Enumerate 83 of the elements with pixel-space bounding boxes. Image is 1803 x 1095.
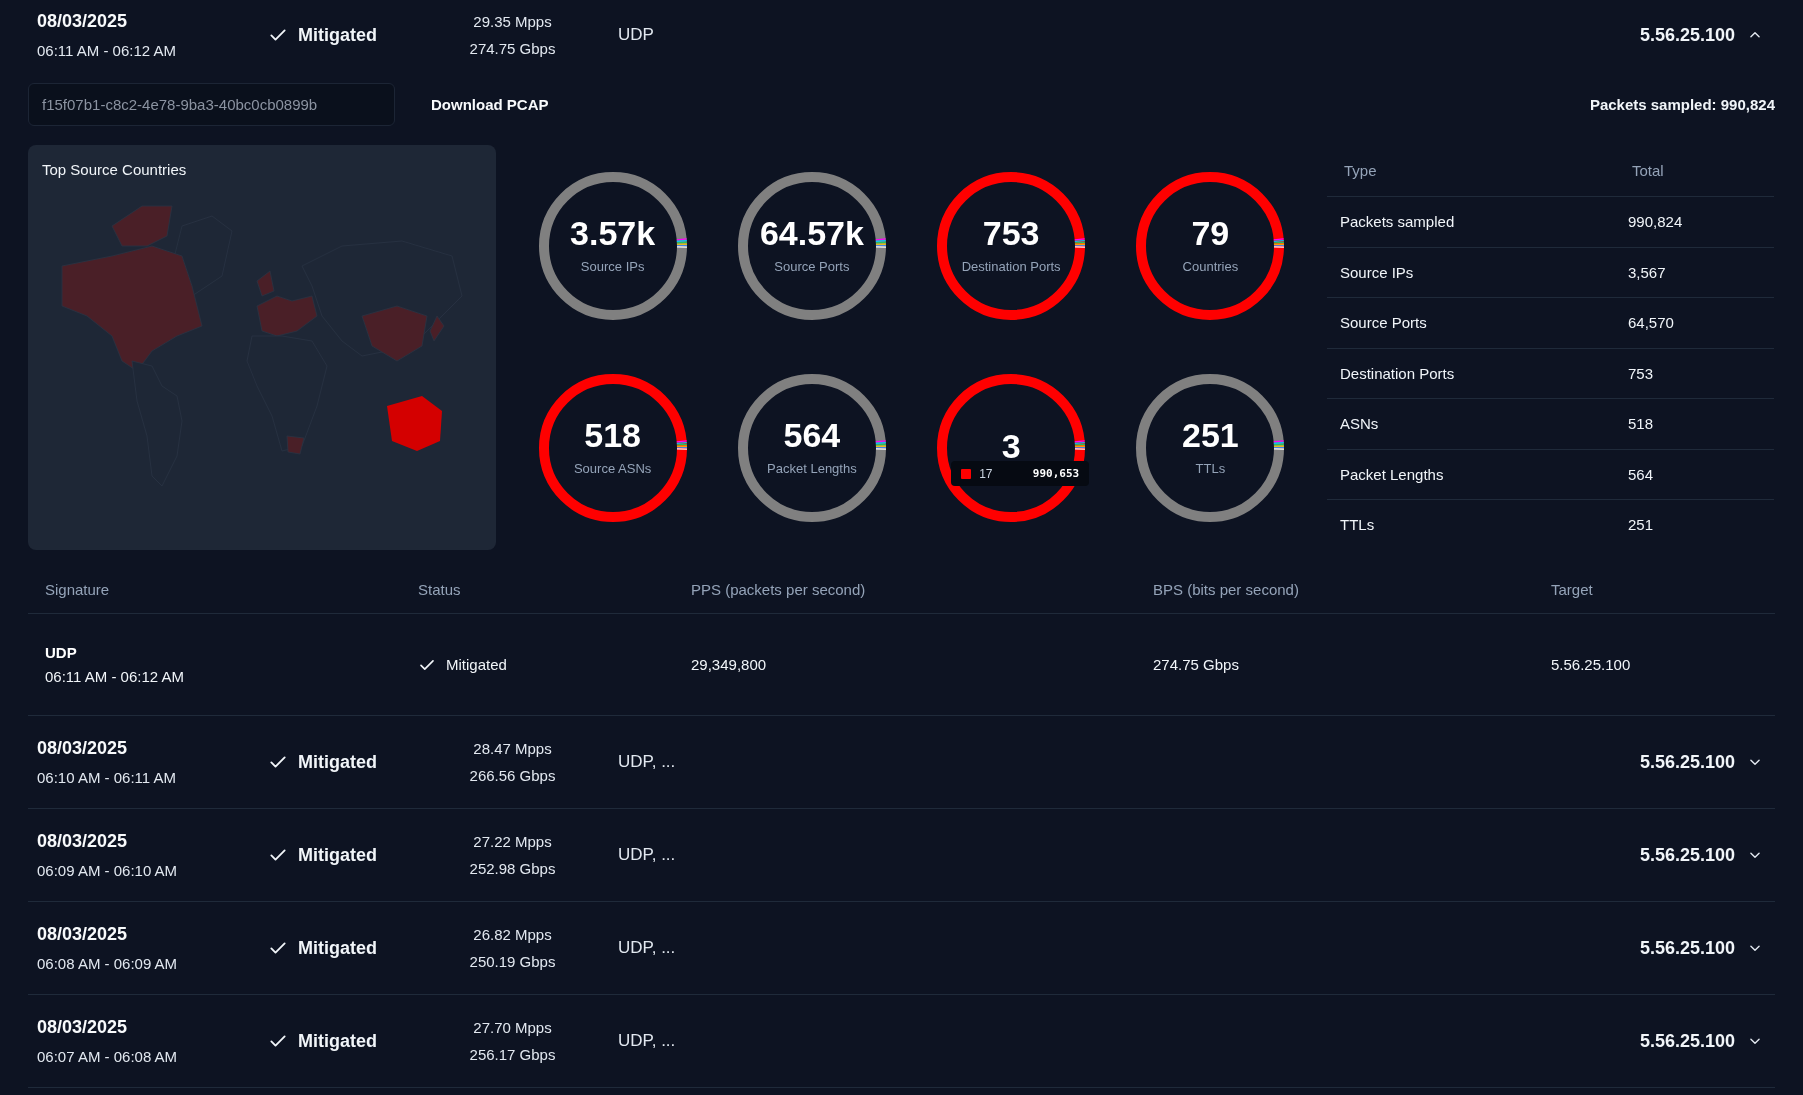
donut-value: 3 [1001,426,1021,466]
status-text: Mitigated [446,656,507,673]
bps-value: 274.75 Gbps [469,40,556,57]
pps-value: 27.22 Mpps [473,833,552,850]
target-ip: 5.56.25.100 [1639,751,1735,773]
table-cell-text: 5.56.25.100 [1551,656,1632,673]
column-header: Total [1632,162,1665,179]
attack-time: 06:10 AM - 06:11 AM [37,769,176,786]
signature-time: 06:11 AM - 06:12 AM [45,668,185,685]
attack-date: 08/03/2025 [37,1017,128,1038]
donut-label: Source Ports [774,259,850,275]
bps-value: 266.56 Gbps [469,767,556,784]
target-ip: 5.56.25.100 [1639,1030,1735,1052]
table-cell-text: 518 [1628,415,1655,433]
table-cell-text: 990,824 [1628,213,1684,231]
column-header: BPS (bits per second) [1153,580,1300,598]
download-pcap-button[interactable]: Download PCAP [417,88,563,121]
column-header: Status [418,580,462,598]
target-ip: 5.56.25.100 [1639,24,1735,46]
signature-text: UDP, ... [618,1031,677,1051]
table-cell-text: Source IPs [1340,263,1415,281]
table-cell-text: 274.75 Gbps [1153,656,1240,673]
signature-text: UDP, ... [618,845,677,865]
table-cell-text: Packets sampled [1340,213,1456,231]
donut-label: Countries [1182,259,1239,275]
pps-value: 28.47 Mpps [473,740,552,757]
attack-time: 06:07 AM - 06:08 AM [37,1048,178,1065]
donut-label: Destination Ports [961,259,1061,275]
donut-value: 518 [584,416,641,456]
bps-value: 256.17 Gbps [469,1046,556,1063]
donut-value: 753 [982,214,1040,254]
table-cell-text: 29,349,800 [691,656,768,673]
pps-value: 29.35 Mpps [473,13,552,30]
status-text: Mitigated [298,937,377,959]
status-text: Mitigated [298,751,377,773]
column-header: Type [1344,162,1378,179]
attack-time: 06:08 AM - 06:09 AM [37,955,178,972]
table-cell-text: 564 [1628,465,1655,483]
column-header: Signature [45,580,111,598]
table-cell-text: Source Ports [1340,314,1428,332]
attack-date: 08/03/2025 [37,831,128,852]
packets-sampled-text: Packets sampled: 990,824 [1589,96,1775,113]
attack-time: 06:11 AM - 06:12 AM [37,42,176,59]
column-header: PPS (packets per second) [691,580,867,598]
status-text: Mitigated [298,844,377,866]
signature-text: UDP, ... [618,752,677,772]
signature-text: UDP [618,25,655,45]
donut-value: 64.57k [759,214,864,254]
donut-label: Source ASNs [573,461,652,477]
donut-value: 251 [1182,416,1239,456]
pps-value: 27.70 Mpps [473,1019,552,1036]
status-text: Mitigated [298,1030,377,1052]
attack-id-field[interactable]: f15f07b1-c8c2-4e78-9ba3-40bc0cb0899b [28,83,395,126]
table-cell-text: Destination Ports [1340,364,1456,382]
donut-label: TTLs [1195,461,1226,477]
map-title: Top Source Countries [42,161,188,178]
bps-value: 252.98 Gbps [469,860,556,877]
attack-date: 08/03/2025 [37,11,128,32]
donut-value: 3.57k [570,214,656,254]
attack-time: 06:09 AM - 06:10 AM [37,862,178,879]
donut-value: 79 [1191,214,1230,254]
signature-name: UDP [45,644,78,661]
tooltip-value: 990,653 [1032,467,1080,481]
table-cell-text: TTLs [1340,516,1376,534]
signature-text: UDP, ... [618,938,677,958]
attack-date: 08/03/2025 [37,738,128,759]
table-cell-text: 251 [1628,516,1655,534]
target-ip: 5.56.25.100 [1639,937,1735,959]
table-cell-text: Packet Lengths [1340,465,1445,483]
table-cell-text: ASNs [1340,415,1380,433]
table-cell-text: 3,567 [1628,263,1667,281]
donut-label: Packet Lengths [767,461,857,477]
pps-value: 26.82 Mpps [473,926,552,943]
donut-label: Source IPs [580,259,645,275]
status-text: Mitigated [298,24,377,46]
column-header: Target [1551,580,1594,598]
table-cell-text: 64,570 [1628,314,1675,332]
table-cell-text: 753 [1628,364,1655,382]
bps-value: 250.19 Gbps [469,953,556,970]
attack-date: 08/03/2025 [37,924,128,945]
donut-value: 564 [783,416,841,456]
tooltip-label: 17 [979,466,993,481]
target-ip: 5.56.25.100 [1639,844,1735,866]
